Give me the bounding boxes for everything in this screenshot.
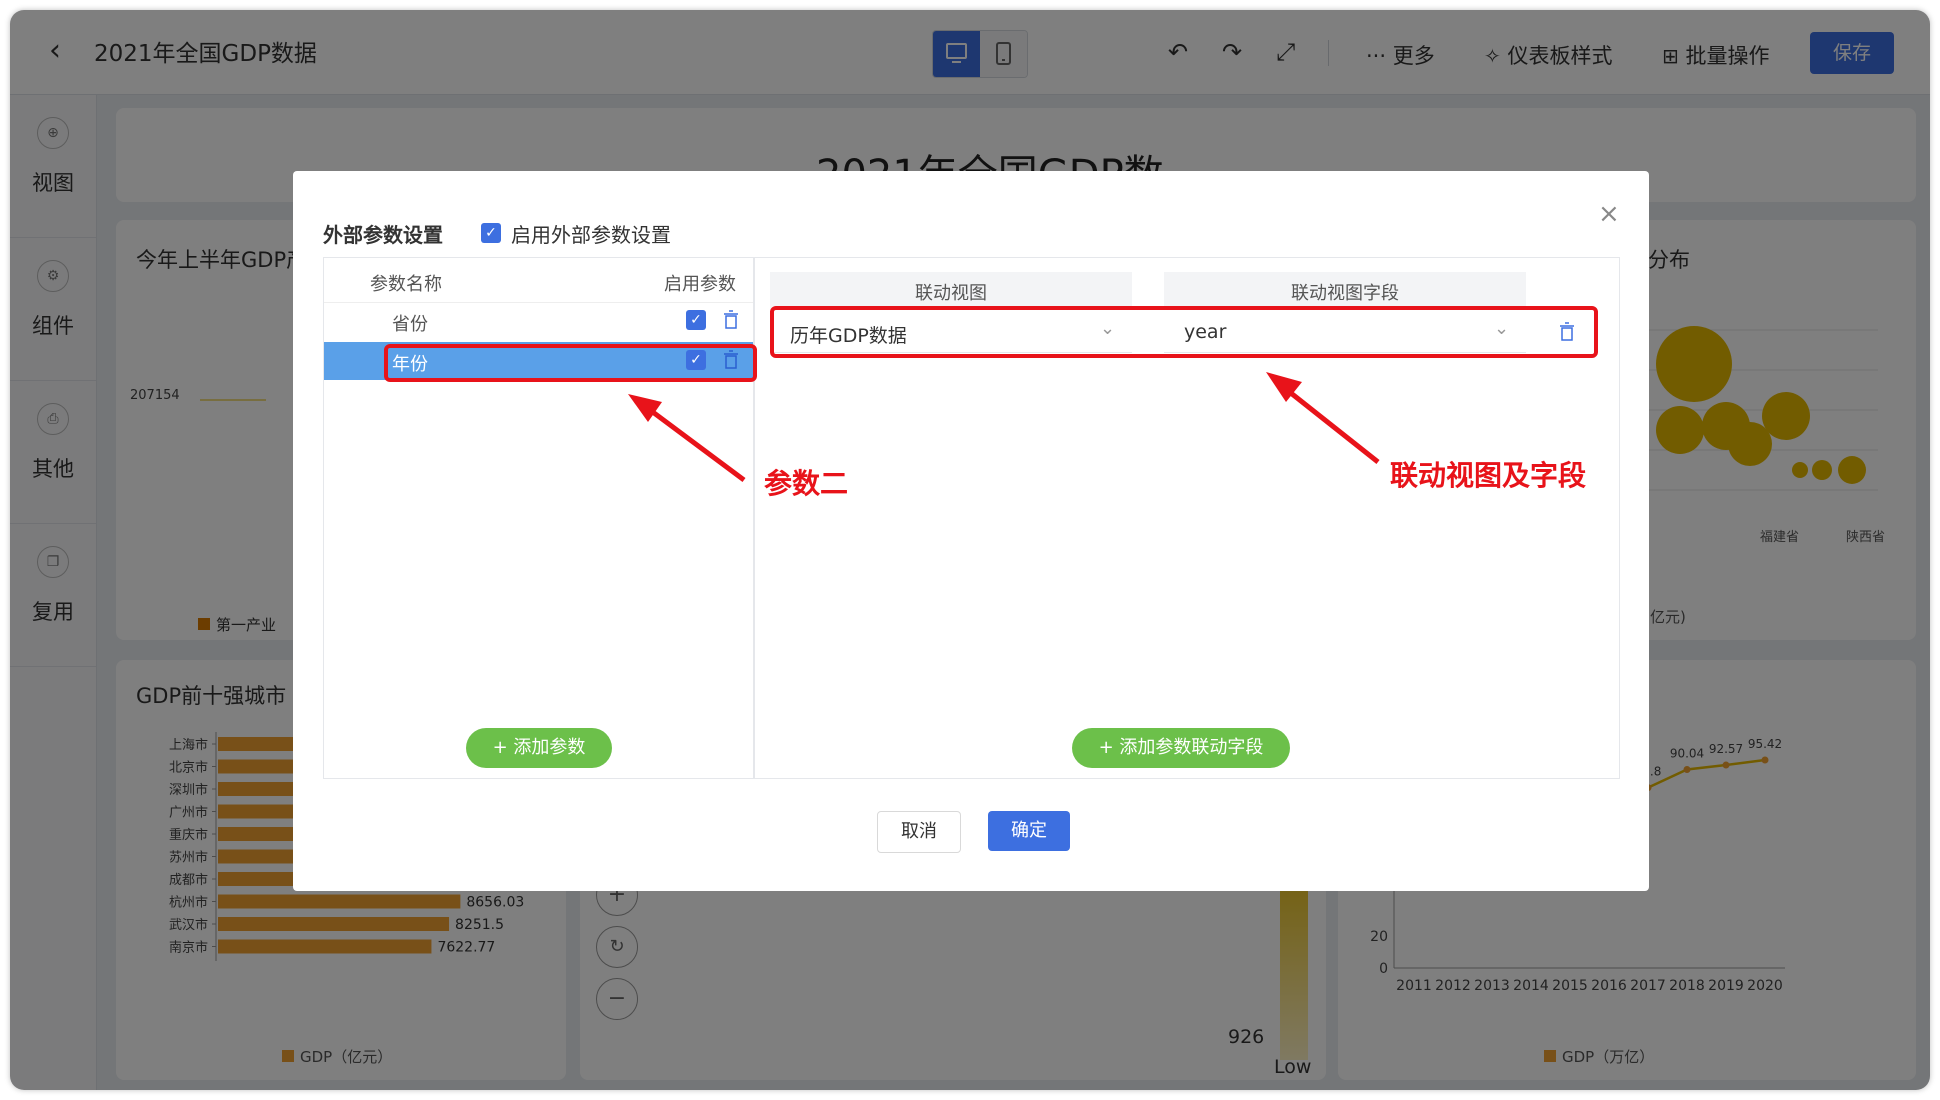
app-window: ‹ 2021年全国GDP数据 ↶ ↷ ⤢ ··· 更多 ✧ 仪表板样式 bbox=[10, 10, 1930, 1090]
arrow-line bbox=[640, 401, 746, 483]
arrow-line bbox=[1280, 384, 1380, 464]
annotation-link: 联动视图及字段 bbox=[1390, 459, 1587, 492]
annotation-arrows bbox=[628, 372, 1380, 483]
annotation-param2: 参数二 bbox=[764, 467, 849, 500]
